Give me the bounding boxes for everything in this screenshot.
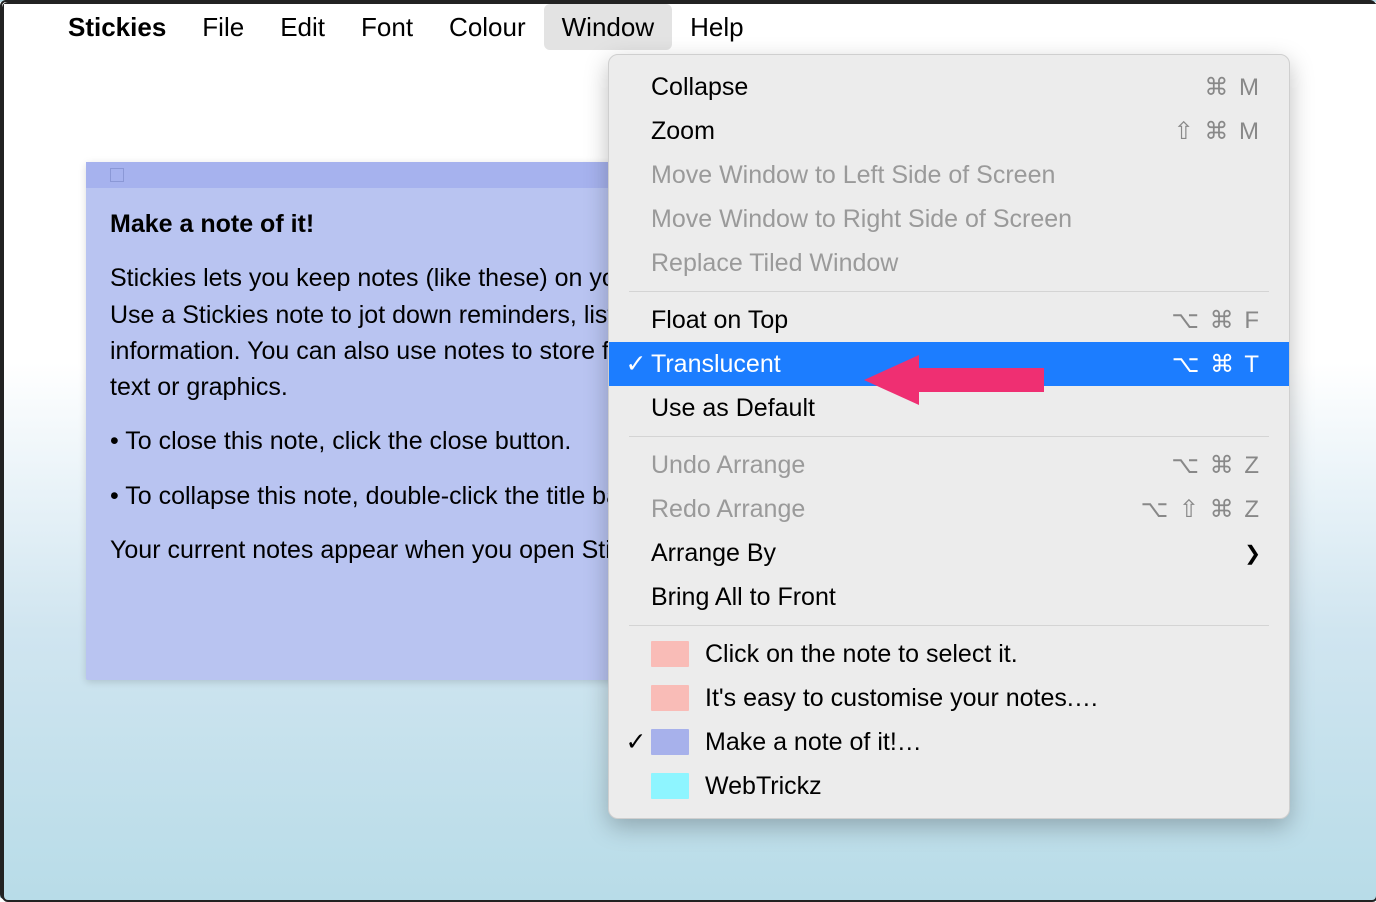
separator xyxy=(629,625,1269,626)
menuitem-arrange-by[interactable]: Arrange By❯ xyxy=(609,531,1289,575)
color-swatch xyxy=(651,685,689,711)
menuitem-window-note[interactable]: WebTrickz xyxy=(609,764,1289,808)
menuitem-move-right: Move Window to Right Side of Screen xyxy=(609,197,1289,241)
menuitem-move-left: Move Window to Left Side of Screen xyxy=(609,153,1289,197)
color-swatch xyxy=(651,729,689,755)
menuitem-float-on-top[interactable]: Float on Top⌥ ⌘ F xyxy=(609,298,1289,342)
menuitem-window-note[interactable]: Click on the note to select it. xyxy=(609,632,1289,676)
menuitem-replace-tiled: Replace Tiled Window xyxy=(609,241,1289,285)
menu-window[interactable]: Window xyxy=(544,4,672,50)
color-swatch xyxy=(651,641,689,667)
menuitem-collapse[interactable]: Collapse⌘ M xyxy=(609,65,1289,109)
menuitem-window-note[interactable]: It's easy to customise your notes.… xyxy=(609,676,1289,720)
chevron-right-icon: ❯ xyxy=(1244,541,1261,566)
menu-colour[interactable]: Colour xyxy=(431,4,544,50)
check-icon: ✓ xyxy=(621,727,651,757)
check-icon: ✓ xyxy=(621,349,651,379)
close-icon[interactable] xyxy=(110,168,124,182)
menu-app[interactable]: Stickies xyxy=(50,4,184,50)
menu-file[interactable]: File xyxy=(184,4,262,50)
menu-font[interactable]: Font xyxy=(343,4,431,50)
menuitem-bring-all-to-front[interactable]: Bring All to Front xyxy=(609,575,1289,619)
menuitem-redo-arrange: Redo Arrange⌥ ⇧ ⌘ Z xyxy=(609,487,1289,531)
menu-help[interactable]: Help xyxy=(672,4,761,50)
menuitem-undo-arrange: Undo Arrange⌥ ⌘ Z xyxy=(609,443,1289,487)
color-swatch xyxy=(651,773,689,799)
menuitem-zoom[interactable]: Zoom⇧ ⌘ M xyxy=(609,109,1289,153)
separator xyxy=(629,436,1269,437)
menubar: Stickies File Edit Font Colour Window He… xyxy=(4,4,1376,50)
annotation-arrow-icon xyxy=(864,350,1044,410)
menu-edit[interactable]: Edit xyxy=(262,4,343,50)
separator xyxy=(629,291,1269,292)
window-menu-dropdown: Collapse⌘ M Zoom⇧ ⌘ M Move Window to Lef… xyxy=(608,54,1290,819)
menuitem-window-note[interactable]: ✓Make a note of it!… xyxy=(609,720,1289,764)
